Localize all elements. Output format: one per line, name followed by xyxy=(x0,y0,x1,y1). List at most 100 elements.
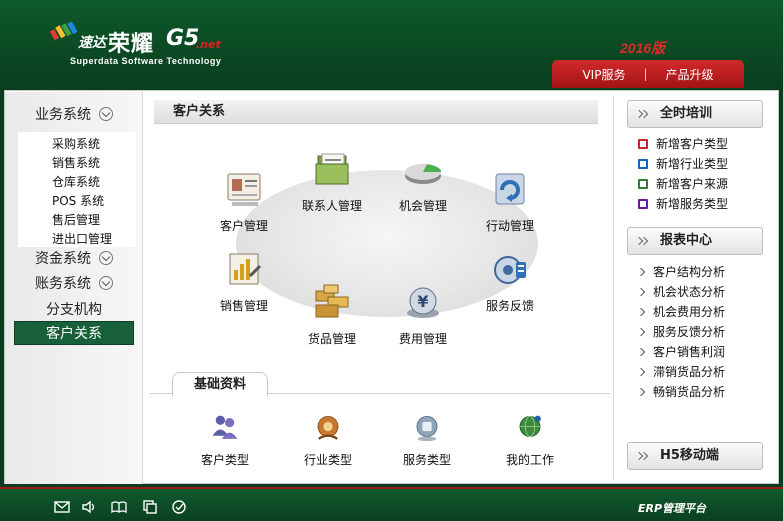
report-item[interactable]: 客户结构分析 xyxy=(636,263,726,280)
chevron-right-icon xyxy=(636,267,646,276)
panel-head-label: H5移动端 xyxy=(660,448,719,463)
copy-icon[interactable] xyxy=(142,500,158,514)
report-item[interactable]: 畅销货品分析 xyxy=(636,383,726,400)
customer-card-icon xyxy=(227,173,261,206)
training-item-label: 新增服务类型 xyxy=(656,197,729,211)
chevron-down-icon xyxy=(99,251,113,265)
module-label: 机会管理 xyxy=(398,199,447,213)
feedback-gear-icon xyxy=(494,256,526,284)
action-arrow-icon xyxy=(495,173,525,205)
top-nav: VIP服务 | 产品升级 xyxy=(552,60,744,88)
training-item-label: 新增客户类型 xyxy=(656,137,729,151)
module-opportunity-management[interactable]: 机会管理 xyxy=(378,150,468,214)
report-item[interactable]: 机会费用分析 xyxy=(636,303,726,320)
book-icon xyxy=(638,198,648,209)
report-item[interactable]: 滞销货品分析 xyxy=(636,363,726,380)
module-service-feedback[interactable]: 服务反馈 xyxy=(465,250,555,314)
pie-chart-icon xyxy=(405,164,441,184)
tab-basic-data[interactable]: 基础资料 xyxy=(172,372,268,396)
module-label: 费用管理 xyxy=(398,332,447,346)
sidebar-item-pos[interactable]: POS 系统 xyxy=(52,192,104,209)
vip-service-link[interactable]: VIP服务 xyxy=(582,66,625,83)
sidebar-head-label: 账务系统 xyxy=(35,276,91,292)
basic-service-type[interactable]: 服务类型 xyxy=(382,412,472,468)
yen-coin-icon: ¥ xyxy=(407,287,439,318)
report-item-label: 客户结构分析 xyxy=(653,265,726,279)
module-label: 服务反馈 xyxy=(485,299,534,313)
sidebar-head-label: 资金系统 xyxy=(35,251,91,267)
basic-industry-type[interactable]: 行业类型 xyxy=(283,412,373,468)
double-chevron-right-icon xyxy=(636,110,650,120)
sidebar-item-crm[interactable]: 客户关系 xyxy=(14,321,134,345)
module-action-management[interactable]: 行动管理 xyxy=(465,170,555,234)
basic-customer-type[interactable]: 客户类型 xyxy=(180,412,270,468)
module-expense-management[interactable]: ¥ 费用管理 xyxy=(378,283,468,347)
svg-text:¥: ¥ xyxy=(417,292,428,311)
training-item-label: 新增客户来源 xyxy=(656,177,729,191)
panel-divider xyxy=(613,96,614,480)
chevron-down-icon xyxy=(99,107,113,121)
logo: 速达 荣耀 G5 .net Superdata Software Technol… xyxy=(50,18,250,70)
training-item-service-type[interactable]: 新增服务类型 xyxy=(637,195,728,212)
report-item-label: 机会费用分析 xyxy=(653,305,726,319)
report-item[interactable]: 服务反馈分析 xyxy=(636,323,725,340)
module-label: 联系人管理 xyxy=(301,199,362,213)
training-item-customer-source[interactable]: 新增客户来源 xyxy=(637,175,728,192)
module-contact-management[interactable]: 联系人管理 xyxy=(287,150,377,214)
product-upgrade-link[interactable]: 产品升级 xyxy=(666,66,714,83)
sound-icon[interactable] xyxy=(81,500,97,514)
report-item-label: 机会状态分析 xyxy=(653,285,726,299)
panel-head-label: 报表中心 xyxy=(660,233,713,248)
basic-label: 服务类型 xyxy=(402,453,451,467)
chevron-right-icon xyxy=(636,287,646,296)
nav-separator: | xyxy=(643,67,648,81)
sidebar-item-import-export[interactable]: 进出口管理 xyxy=(52,230,112,247)
panel-head-label: 全时培训 xyxy=(660,106,713,121)
mobile-h5-header[interactable]: H5移动端 xyxy=(627,442,763,470)
section-title: 客户关系 xyxy=(154,100,598,124)
goods-box-icon xyxy=(315,284,349,318)
book-icon xyxy=(638,178,648,189)
users-icon xyxy=(212,415,238,439)
book-open-icon[interactable] xyxy=(111,500,127,514)
industry-icon xyxy=(317,416,339,440)
module-goods-management[interactable]: 货品管理 xyxy=(287,283,377,347)
sidebar-item-sales[interactable]: 销售系统 xyxy=(52,154,100,171)
check-circle-icon[interactable] xyxy=(171,500,187,514)
logo-english: Superdata Software Technology xyxy=(70,56,222,66)
logo-g5: G5 xyxy=(166,26,200,51)
training-item-customer-type[interactable]: 新增客户类型 xyxy=(637,135,728,152)
report-item[interactable]: 机会状态分析 xyxy=(636,283,726,300)
double-chevron-right-icon xyxy=(636,237,650,247)
module-sales-management[interactable]: 销售管理 xyxy=(199,250,289,314)
module-label: 客户管理 xyxy=(219,219,268,233)
sidebar-item-branch[interactable]: 分支机构 xyxy=(5,299,143,319)
training-header[interactable]: 全时培训 xyxy=(627,100,763,128)
basic-label: 客户类型 xyxy=(200,453,249,467)
footer-bar: ERP管理平台 xyxy=(0,487,783,521)
report-item-label: 滞销货品分析 xyxy=(653,365,726,379)
version-label: 2016版 xyxy=(620,40,666,56)
basic-my-work[interactable]: 我的工作 xyxy=(485,412,575,468)
chevron-right-icon xyxy=(636,367,646,376)
book-icon xyxy=(638,158,648,169)
chevron-right-icon xyxy=(636,387,646,396)
sidebar-head-business[interactable]: 业务系统 xyxy=(5,104,143,124)
report-item[interactable]: 客户销售利润 xyxy=(636,343,725,360)
module-label: 货品管理 xyxy=(307,332,356,346)
training-item-industry-type[interactable]: 新增行业类型 xyxy=(637,155,728,172)
report-center-header[interactable]: 报表中心 xyxy=(627,227,763,255)
chevron-down-icon xyxy=(99,276,113,290)
report-item-label: 畅销货品分析 xyxy=(653,385,726,399)
chevron-right-icon xyxy=(636,327,646,336)
mail-icon[interactable] xyxy=(54,500,70,514)
app-header: 速达 荣耀 G5 .net Superdata Software Technol… xyxy=(0,0,783,90)
sidebar-head-label: 业务系统 xyxy=(35,107,91,123)
sidebar-item-purchase[interactable]: 采购系统 xyxy=(52,135,100,152)
sidebar-head-accounts[interactable]: 账务系统 xyxy=(5,273,143,293)
sidebar-head-funds[interactable]: 资金系统 xyxy=(5,248,143,268)
module-customer-management[interactable]: 客户管理 xyxy=(199,170,289,234)
sidebar-item-aftersales[interactable]: 售后管理 xyxy=(52,211,100,228)
sidebar-item-warehouse[interactable]: 仓库系统 xyxy=(52,173,100,190)
module-label: 销售管理 xyxy=(219,299,268,313)
